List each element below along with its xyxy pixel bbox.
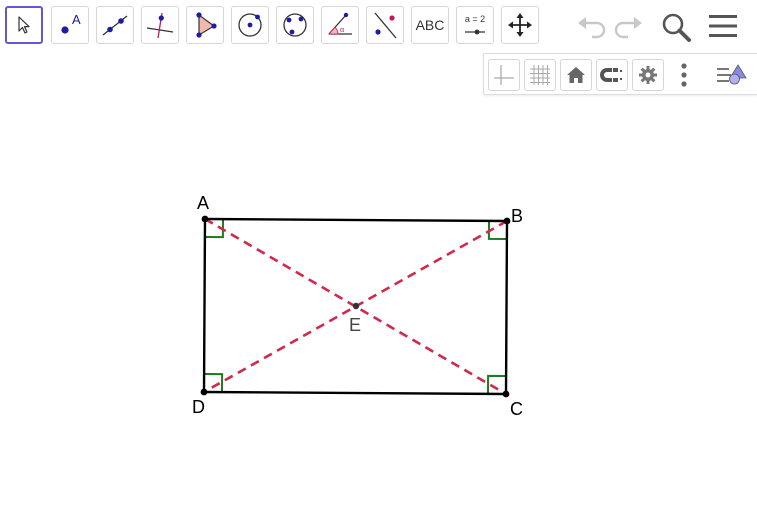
point-D[interactable] [200,388,208,396]
point-label-E: E [349,315,362,335]
point-label-B: B [511,206,524,226]
point-A[interactable] [201,215,209,223]
point-E[interactable] [352,302,360,310]
segment-BC[interactable] [504,220,509,395]
graphics-view[interactable]: A B C D E [0,0,757,521]
geometry-figure [200,215,511,398]
segment-AB[interactable] [204,217,508,223]
segment-DA[interactable] [202,218,207,393]
segment-CD[interactable] [203,390,507,396]
point-label-D: D [192,397,205,417]
point-label-C: C [510,399,523,419]
point-label-A: A [197,193,210,213]
point-B[interactable] [503,217,511,225]
point-C[interactable] [502,390,510,398]
